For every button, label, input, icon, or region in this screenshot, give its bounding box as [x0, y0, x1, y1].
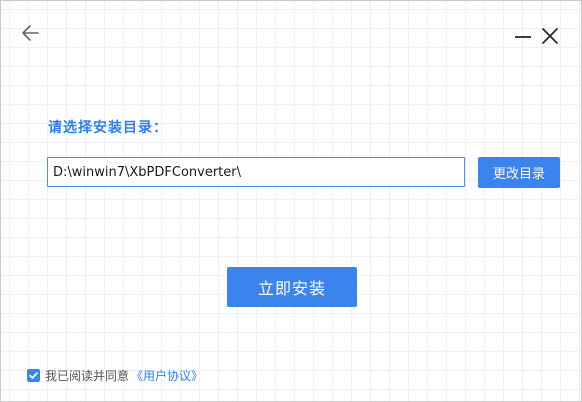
user-agreement-link[interactable]: 《用户协议》: [131, 367, 203, 384]
back-button[interactable]: [19, 21, 43, 45]
change-directory-button[interactable]: 更改目录: [478, 157, 560, 188]
agreement-row: 我已阅读并同意 《用户协议》: [27, 367, 203, 384]
close-icon: [542, 28, 558, 44]
install-path-input[interactable]: [47, 157, 465, 187]
close-button[interactable]: [539, 25, 561, 47]
install-directory-label: 请选择安装目录：: [48, 120, 168, 136]
agreement-checkbox[interactable]: [27, 369, 40, 382]
agreement-text: 我已阅读并同意: [45, 369, 130, 383]
install-now-button[interactable]: 立即安装: [227, 267, 357, 307]
minimize-icon: [515, 36, 531, 38]
minimize-button[interactable]: [512, 25, 534, 47]
installer-window: 请选择安装目录： 更改目录 立即安装 我已阅读并同意 《用户协议》: [0, 0, 582, 402]
checkmark-icon: [29, 372, 38, 379]
arrow-left-icon: [22, 25, 39, 41]
